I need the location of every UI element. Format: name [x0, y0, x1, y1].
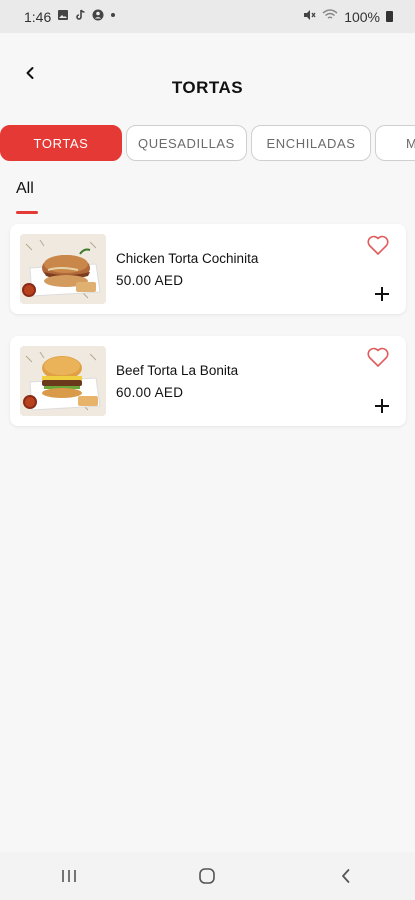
tab-partial[interactable]: M: [375, 125, 415, 161]
product-price: 60.00 AED: [116, 385, 184, 400]
home-icon: [199, 868, 216, 884]
add-to-cart-button[interactable]: [372, 396, 392, 416]
battery-text: 100%: [344, 8, 380, 25]
favorite-button[interactable]: [366, 346, 390, 368]
header: TORTAS: [0, 33, 415, 117]
product-name: Beef Torta La Bonita: [116, 363, 239, 378]
recent-apps-button[interactable]: [49, 861, 89, 891]
home-button[interactable]: [187, 861, 227, 891]
favorite-button[interactable]: [366, 234, 390, 256]
account-icon: [92, 9, 104, 24]
dot-icon: [110, 9, 116, 24]
status-bar: 1:46 100%: [0, 0, 415, 33]
subcategory-underline: [16, 211, 38, 214]
product-card[interactable]: Beef Torta La Bonita 60.00 AED: [10, 336, 406, 426]
mute-icon: [303, 9, 316, 24]
plus-icon: [375, 399, 389, 413]
product-card[interactable]: Chicken Torta Cochinita 50.00 AED: [10, 224, 406, 314]
tab-tortas[interactable]: TORTAS: [0, 125, 122, 161]
status-right: 100%: [303, 9, 393, 25]
recent-apps-icon: [62, 870, 76, 882]
gallery-icon: [57, 9, 69, 24]
back-icon: [341, 869, 350, 883]
heart-icon: [367, 347, 389, 367]
add-to-cart-button[interactable]: [372, 284, 392, 304]
status-time: 1:46: [24, 8, 52, 25]
tiktok-icon: [75, 9, 86, 24]
product-name: Chicken Torta Cochinita: [116, 251, 259, 266]
wifi-icon: [322, 9, 338, 24]
tab-enchiladas[interactable]: ENCHILADAS: [251, 125, 371, 161]
back-nav-button[interactable]: [326, 861, 366, 891]
heart-icon: [367, 235, 389, 255]
page-title: TORTAS: [171, 78, 244, 97]
subcategory-all[interactable]: All: [16, 180, 34, 198]
plus-icon: [375, 287, 389, 301]
product-image: [20, 346, 106, 416]
category-tabs: TORTAS QUESADILLAS ENCHILADAS M: [0, 125, 415, 163]
status-left: 1:46: [24, 9, 116, 25]
product-price: 50.00 AED: [116, 273, 184, 288]
tab-quesadillas[interactable]: QUESADILLAS: [126, 125, 247, 161]
system-nav-bar: [0, 852, 415, 900]
battery-icon: [386, 11, 393, 22]
product-image: [20, 234, 106, 304]
